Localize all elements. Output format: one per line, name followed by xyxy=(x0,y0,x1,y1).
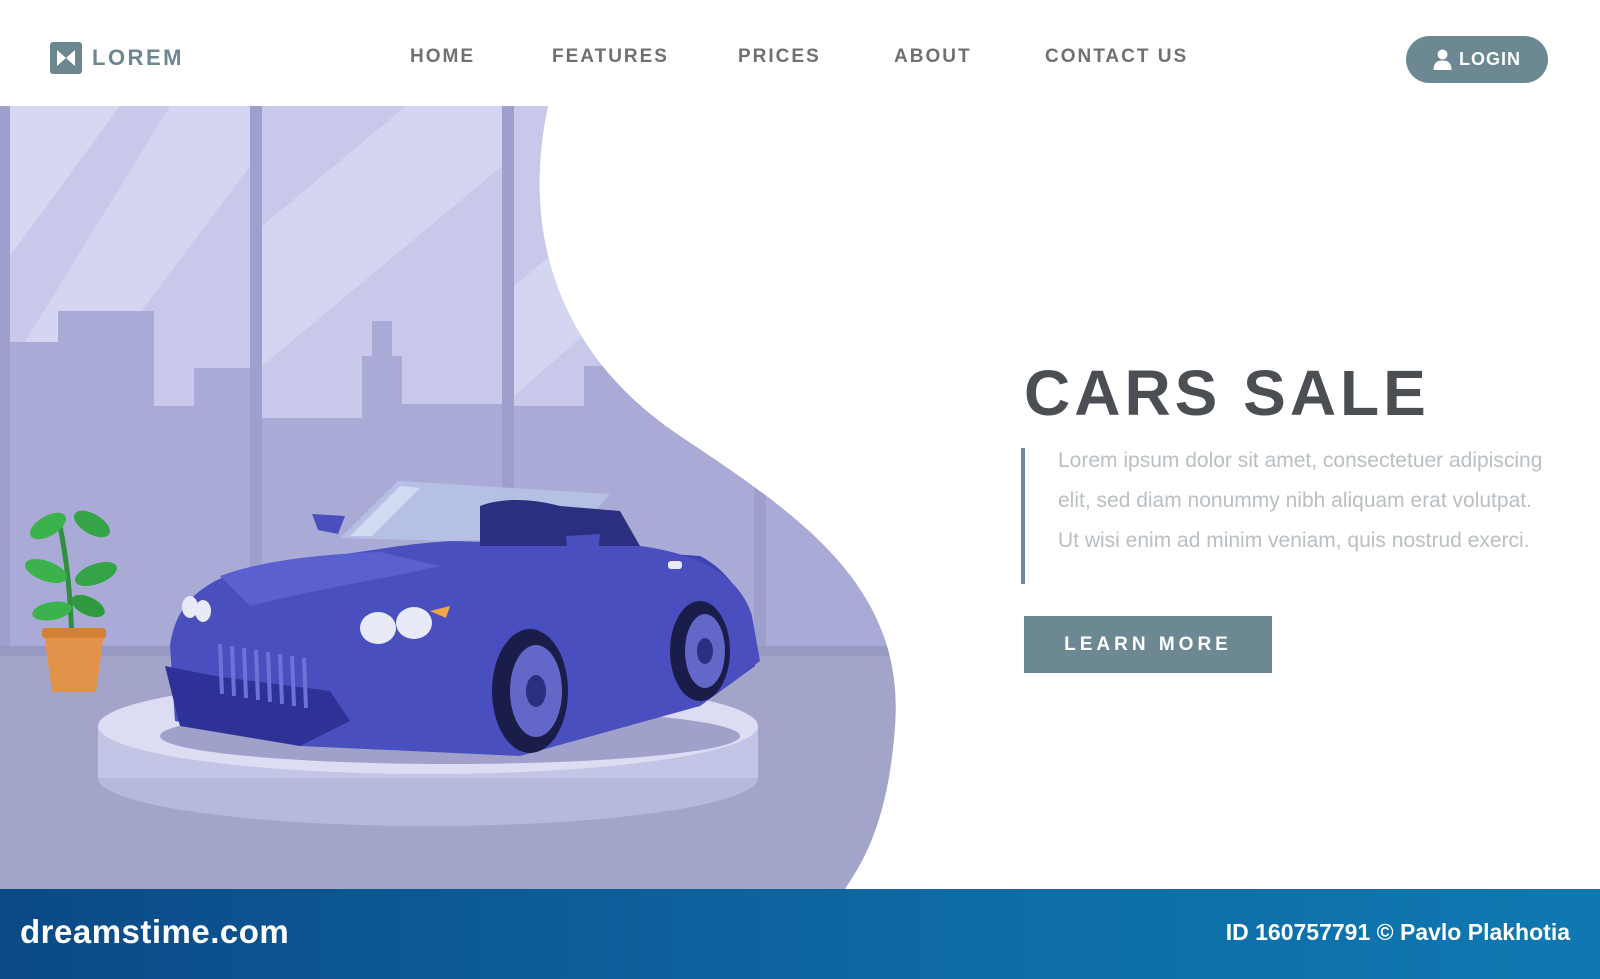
learn-more-button[interactable]: LEARN MORE xyxy=(1024,616,1272,673)
site-header: LOREM HOME FEATURES PRICES ABOUT CONTACT… xyxy=(0,0,1600,106)
nav-features[interactable]: FEATURES xyxy=(552,46,669,68)
watermark-footer: dreamstime.com ID 160757791 © Pavlo Plak… xyxy=(0,889,1600,979)
nav-prices[interactable]: PRICES xyxy=(738,46,821,68)
hero-title: CARS SALE xyxy=(1024,357,1430,429)
accent-divider xyxy=(1021,448,1025,584)
hero-description: Lorem ipsum dolor sit amet, consectetuer… xyxy=(1058,449,1543,552)
footer-brand: dreamstime.com xyxy=(20,913,290,950)
nav-about[interactable]: ABOUT xyxy=(894,46,972,68)
nav-home[interactable]: HOME xyxy=(410,46,475,68)
footer-credit: ID 160757791 © Pavlo Plakhotia xyxy=(1225,919,1570,945)
bowtie-logo-icon xyxy=(50,42,82,74)
login-button[interactable]: LOGIN xyxy=(1406,36,1548,83)
login-label: LOGIN xyxy=(1459,49,1521,69)
user-icon xyxy=(1433,49,1452,70)
nav-contact-us[interactable]: CONTACT US xyxy=(1045,46,1188,68)
car-showroom-illustration xyxy=(0,106,896,889)
logo-text: LOREM xyxy=(92,45,184,70)
learn-more-label: LEARN MORE xyxy=(1064,633,1232,655)
logo[interactable]: LOREM xyxy=(50,42,184,74)
